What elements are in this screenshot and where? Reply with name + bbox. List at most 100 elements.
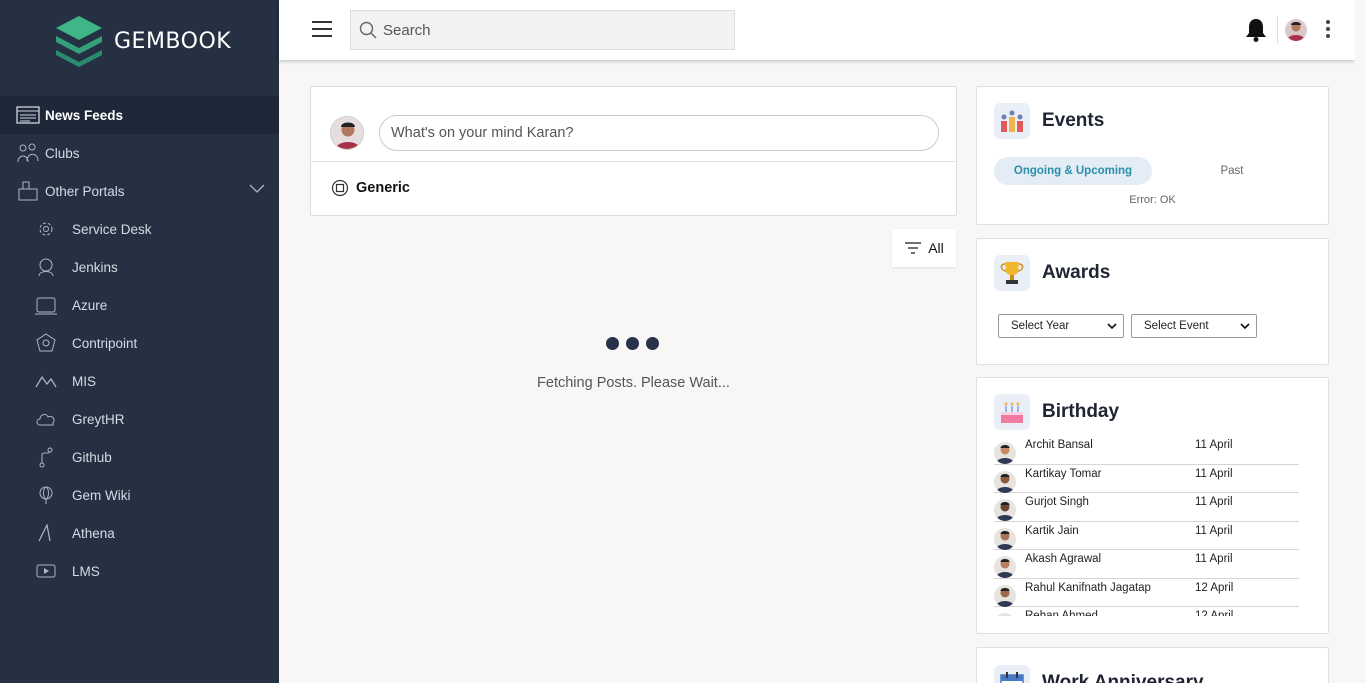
event-select-value: Select Event <box>1144 320 1209 332</box>
birthday-row: Kartik Jain 11 April <box>994 522 1299 550</box>
birthday-date: 11 April <box>1195 439 1233 451</box>
birthday-date: 12 April <box>1195 581 1234 594</box>
avatar <box>994 527 1016 550</box>
awards-title: Awards <box>1042 262 1111 283</box>
category-label: Generic <box>356 180 410 196</box>
sidebar-item-label: Gem Wiki <box>72 487 131 503</box>
search-input[interactable] <box>383 21 723 39</box>
menu-icon[interactable] <box>312 21 332 37</box>
bell-icon[interactable] <box>1245 18 1267 42</box>
events-title: Events <box>1042 110 1105 131</box>
birthday-date: 11 April <box>1195 467 1233 480</box>
filter-button[interactable]: All <box>892 229 956 267</box>
avatar <box>994 499 1016 521</box>
sidebar-item-mis[interactable]: MIS <box>0 362 279 400</box>
news-icon <box>16 104 40 126</box>
sidebar-item-label: Service Desk <box>72 221 152 237</box>
sidebar-item-gem-wiki[interactable]: Gem Wiki <box>0 476 279 514</box>
sidebar-item-label: Github <box>72 449 112 465</box>
category-generic[interactable]: Generic <box>331 179 410 197</box>
user-avatar[interactable] <box>1285 19 1307 41</box>
tab-ongoing-upcoming[interactable]: Ongoing & Upcoming <box>994 157 1152 185</box>
header-divider <box>1277 16 1278 44</box>
composer-divider <box>311 161 956 162</box>
birthday-row: Akash Agrawal 11 April <box>994 550 1299 579</box>
video-icon <box>34 560 58 582</box>
birthday-name: Akash Agrawal <box>1025 553 1102 565</box>
loading-text: Fetching Posts. Please Wait... <box>537 375 730 391</box>
sidebar-item-label: News Feeds <box>45 107 124 123</box>
azure-icon <box>34 294 58 316</box>
events-status: Error: OK <box>1129 194 1176 206</box>
portals-icon <box>16 180 40 202</box>
chart-icon <box>34 370 58 392</box>
avatar <box>994 442 1016 464</box>
avatar <box>994 613 1016 616</box>
sidebar-item-label: GreytHR <box>72 411 125 427</box>
loading-indicator <box>606 337 666 350</box>
brand-name: GEMBOOK <box>114 28 232 54</box>
jenkins-icon <box>34 256 58 278</box>
calendar-icon <box>994 665 1030 683</box>
birthday-title: Birthday <box>1042 401 1120 422</box>
page-edge <box>1355 0 1366 683</box>
badge-icon <box>34 332 58 354</box>
birthday-card: Birthday Archit Bansal 11 April Kartikay T… <box>976 377 1329 634</box>
sidebar-nav: News Feeds Clubs Other Portals Service D… <box>0 96 279 590</box>
birthday-name: Kartikay Tomar <box>1025 467 1102 480</box>
sidebar-item-news-feeds[interactable]: News Feeds <box>0 96 279 134</box>
sidebar-item-clubs[interactable]: Clubs <box>0 134 279 172</box>
gembook-logo-icon <box>56 16 102 67</box>
trophy-icon <box>994 255 1030 291</box>
sidebar-item-lms[interactable]: LMS <box>0 552 279 590</box>
more-options-icon[interactable] <box>1325 20 1331 40</box>
top-header <box>279 0 1355 60</box>
work-anniversary-title: Work Anniversary <box>1042 672 1204 683</box>
sidebar: GEMBOOK News Feeds Clubs Other Portals S… <box>0 0 279 683</box>
sidebar-item-label: Clubs <box>45 145 80 161</box>
sidebar-item-athena[interactable]: Athena <box>0 514 279 552</box>
tab-past[interactable]: Past <box>1209 157 1255 185</box>
birthday-name: Gurjot Singh <box>1025 496 1089 508</box>
filter-label: All <box>928 240 944 256</box>
sidebar-item-label: MIS <box>72 373 97 389</box>
birthday-row: Rahul Kanifnath Jagatap 12 April <box>994 579 1299 607</box>
post-input[interactable]: What's on your mind Karan? <box>379 115 939 151</box>
birthday-row: Archit Bansal 11 April <box>994 436 1299 465</box>
sidebar-item-greythr[interactable]: GreytHR <box>0 400 279 438</box>
chevron-down-icon[interactable] <box>249 184 265 194</box>
gear-icon <box>34 218 58 240</box>
branch-icon <box>34 446 58 468</box>
birthday-name: Archit Bansal <box>1025 439 1093 451</box>
event-select[interactable]: Select Event <box>1131 314 1257 338</box>
sidebar-item-label: Other Portals <box>45 183 125 199</box>
birthday-row: Rehan Ahmed 12 April <box>994 607 1299 616</box>
sidebar-item-other-portals[interactable]: Other Portals <box>0 172 279 210</box>
filter-icon <box>905 242 922 254</box>
cake-icon <box>994 394 1030 430</box>
sidebar-item-label: Jenkins <box>72 259 118 275</box>
birthday-date: 11 April <box>1195 524 1233 537</box>
sidebar-item-service-desk[interactable]: Service Desk <box>0 210 279 248</box>
birthday-row: Kartikay Tomar 11 April <box>994 465 1299 493</box>
birthday-date: 11 April <box>1195 496 1233 508</box>
birthday-name: Kartik Jain <box>1025 524 1079 537</box>
generic-icon <box>331 179 349 197</box>
sidebar-item-jenkins[interactable]: Jenkins <box>0 248 279 286</box>
search-box[interactable] <box>350 10 735 50</box>
birthday-row: Gurjot Singh 11 April <box>994 493 1299 522</box>
avatar <box>994 556 1016 578</box>
birthday-date: 11 April <box>1195 553 1233 565</box>
avatar <box>994 470 1016 493</box>
sidebar-item-contripoint[interactable]: Contripoint <box>0 324 279 362</box>
sidebar-item-github[interactable]: Github <box>0 438 279 476</box>
year-select[interactable]: Select Year <box>998 314 1124 338</box>
logo[interactable]: GEMBOOK <box>52 14 231 68</box>
birthday-name: Rehan Ahmed <box>1025 610 1098 616</box>
birthday-name: Rahul Kanifnath Jagatap <box>1025 581 1151 594</box>
clubs-icon <box>16 142 40 164</box>
globe-icon <box>34 484 58 506</box>
sidebar-item-azure[interactable]: Azure <box>0 286 279 324</box>
birthday-list[interactable]: Archit Bansal 11 April Kartikay Tomar 11 Ap… <box>994 436 1299 616</box>
events-icon <box>994 103 1030 139</box>
